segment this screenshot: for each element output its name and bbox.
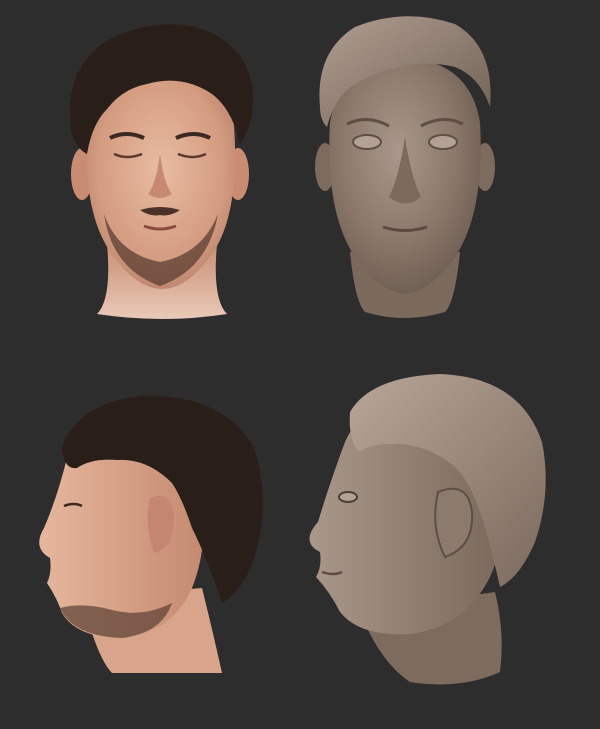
front-sculpt-model bbox=[305, 12, 505, 327]
comparison-canvas bbox=[0, 0, 600, 729]
front-sculpt-head-image bbox=[315, 16, 495, 318]
front-photo-reference bbox=[52, 14, 272, 324]
right-eye-shape bbox=[428, 134, 458, 150]
side-photo-head-image bbox=[39, 395, 263, 673]
front-photo-head-image bbox=[70, 24, 254, 319]
eye-shape bbox=[338, 491, 358, 503]
left-eye-shape bbox=[352, 134, 382, 150]
side-sculpt-model bbox=[290, 372, 555, 692]
side-photo-reference bbox=[22, 388, 272, 678]
side-sculpt-head-image bbox=[309, 374, 546, 685]
